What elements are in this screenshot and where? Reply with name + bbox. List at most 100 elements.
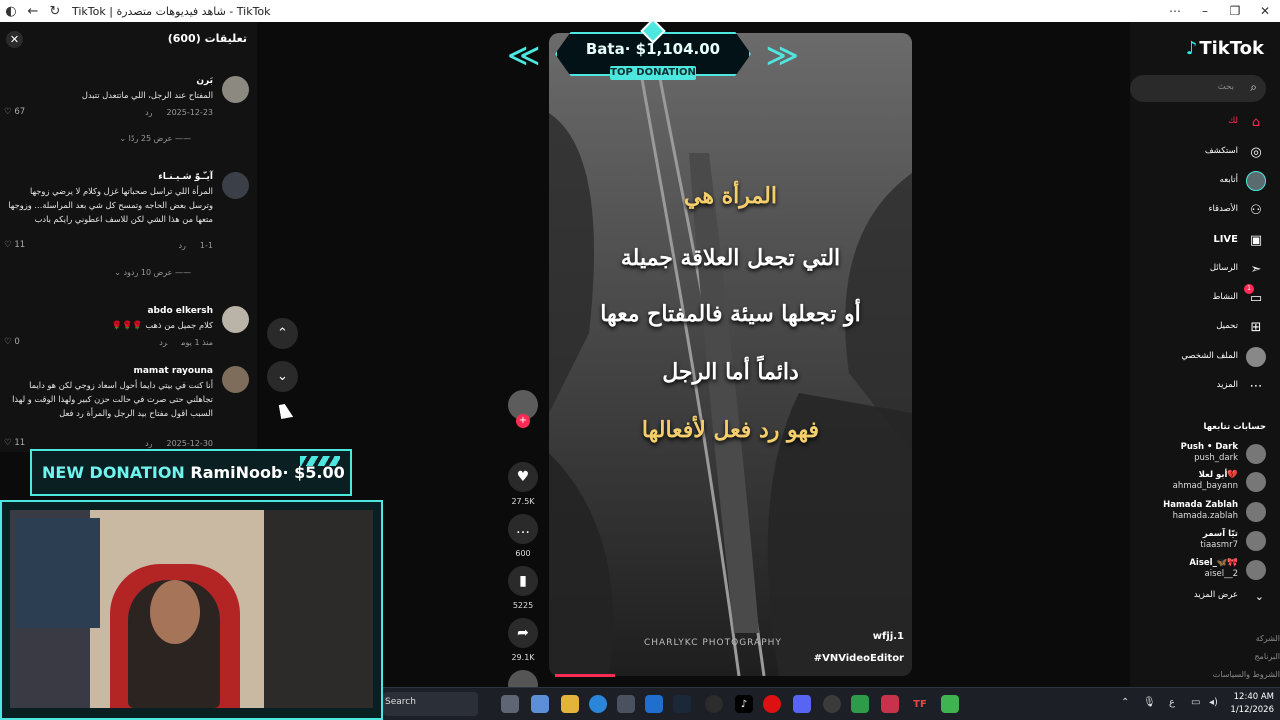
reply-link[interactable]: رد	[145, 108, 152, 117]
video-progress-bar[interactable]	[555, 674, 615, 677]
comment-like[interactable]: 11 ♡	[4, 438, 25, 448]
view-replies-label: عرض 25 ردًا	[128, 134, 173, 143]
widgets-icon[interactable]	[531, 695, 549, 713]
comment-count: 600	[515, 549, 531, 558]
nav-item-profile[interactable]: الملف الشخصي	[1126, 347, 1266, 367]
microphone-icon[interactable]: 🎙	[1143, 697, 1156, 708]
volume-icon[interactable]: ◂)	[1209, 697, 1218, 708]
next-video-button[interactable]: ⌄	[267, 361, 298, 392]
avatar[interactable]	[222, 366, 249, 393]
reply-link[interactable]: رد	[178, 241, 185, 250]
footer-link[interactable]: الشروط والسياسات	[1213, 670, 1280, 679]
follow-plus-icon[interactable]: +	[516, 414, 530, 428]
reply-link[interactable]: رد	[159, 338, 167, 347]
following-account[interactable]: Hamada Zablah hamada.zablah	[1126, 500, 1266, 524]
following-account[interactable]: تيّا آسمر tiaasmr7	[1126, 529, 1266, 553]
app-icon[interactable]	[881, 695, 899, 713]
back-icon[interactable]: ←	[22, 0, 44, 22]
comment-button[interactable]: … 600	[505, 514, 541, 558]
tiktok-logo[interactable]: ♪ TikTok	[1186, 38, 1264, 59]
following-avatar-icon	[1246, 171, 1266, 191]
share-button[interactable]: ➦ 29.1K	[505, 618, 541, 662]
nav-item-live[interactable]: ▣ LIVE	[1126, 230, 1266, 250]
chevron-up-icon[interactable]: ⌃	[1121, 697, 1129, 708]
obs-icon[interactable]	[823, 695, 841, 713]
app-icon[interactable]	[941, 695, 959, 713]
nav-item-upload[interactable]: ⊞ تحميل	[1126, 317, 1266, 337]
footer-link[interactable]: البرنامج	[1254, 652, 1280, 661]
restore-button[interactable]: ❐	[1220, 0, 1250, 22]
discord-icon[interactable]	[793, 695, 811, 713]
tiktok-taskbar-icon[interactable]: ♪	[735, 695, 753, 713]
like-count: 0	[14, 337, 20, 347]
video-hashtag[interactable]: #VNVideoEditor	[814, 653, 904, 664]
comment-item: بَرن المفتاح عند الرجل، اللي ماتتعدل تتب…	[4, 76, 249, 156]
minimize-button[interactable]: –	[1190, 0, 1220, 22]
previous-video-button[interactable]: ⌃	[267, 318, 298, 349]
avatar[interactable]	[222, 306, 249, 333]
opera-icon[interactable]	[763, 695, 781, 713]
close-comments-button[interactable]: ✕	[6, 31, 23, 48]
footer-link[interactable]: الشركة	[1256, 634, 1280, 643]
task-view-icon[interactable]	[501, 695, 519, 713]
nav-label: استكشف	[1204, 146, 1238, 156]
comment-like[interactable]: 67 ♡	[4, 107, 25, 117]
comment-like[interactable]: 11 ♡	[4, 240, 25, 250]
nav-label: الرسائل	[1209, 263, 1238, 273]
comment-author[interactable]: بَرن	[196, 76, 213, 86]
nav-item-more[interactable]: ⋯ المزيد	[1126, 376, 1266, 396]
reply-link[interactable]: رد	[145, 439, 152, 448]
page: ✕ تعليقات (600) بَرن المفتاح عند الرجل، …	[0, 18, 1280, 720]
save-button[interactable]: ▮ 5225	[505, 566, 541, 610]
comment-like[interactable]: 0 ♡	[4, 337, 20, 347]
top-donation-overlay: ≪ ≫ Bata· $1,104.00 TOP DONATION	[505, 18, 801, 88]
edge-icon[interactable]	[589, 695, 607, 713]
comment-author[interactable]: abdo elkersh	[147, 306, 213, 316]
following-account[interactable]: Push • Dark push_dark	[1126, 442, 1266, 466]
steam-icon[interactable]	[673, 695, 691, 713]
like-button[interactable]: ♥ 27.5K	[505, 462, 541, 506]
app-icon[interactable]	[705, 695, 723, 713]
search-icon[interactable]: ⌕	[1250, 80, 1257, 95]
close-button[interactable]: ✕	[1250, 0, 1280, 22]
save-count: 5225	[512, 601, 534, 610]
view-replies[interactable]: —— عرض 25 ردًا ⌄	[119, 134, 191, 143]
outlook-icon[interactable]	[645, 695, 663, 713]
paper-plane-icon: ➣	[1250, 261, 1262, 277]
nav-item-friends[interactable]: ⚇ الأصدقاء	[1126, 200, 1266, 220]
file-explorer-icon[interactable]	[561, 695, 579, 713]
nav-item-for-you[interactable]: ⌂ لك	[1126, 112, 1266, 132]
language-indicator[interactable]: ع	[1169, 697, 1175, 708]
following-account[interactable]: أبو لعلا💔 ahmad_bayann	[1126, 470, 1266, 494]
avatar	[1246, 560, 1266, 580]
view-replies[interactable]: —— عرض 10 ردود ⌄	[114, 268, 191, 277]
nav-label: الأصدقاء	[1208, 204, 1238, 214]
comment-author[interactable]: mamat rayouna	[133, 366, 213, 376]
taskbar-search-label: Search	[385, 697, 416, 707]
browser-logo-icon: ◐	[5, 3, 17, 19]
video-player[interactable]: المرأة هي التي تجعل العلاقة جميلة أو تجع…	[549, 33, 912, 676]
nav-item-messages[interactable]: ➣ الرسائل	[1126, 259, 1266, 279]
avatar	[1246, 444, 1266, 464]
store-icon[interactable]	[617, 695, 635, 713]
nav-item-explore[interactable]: ◎ استكشف	[1126, 142, 1266, 162]
avatar[interactable]	[222, 172, 249, 199]
following-account[interactable]: Aisel_🦋🎀 aisel__2	[1126, 558, 1266, 582]
avatar[interactable]	[222, 76, 249, 103]
nav-item-following[interactable]: أتابعه	[1126, 171, 1266, 191]
decor-stripes	[300, 456, 340, 466]
creator-avatar-button[interactable]: +	[505, 390, 541, 428]
compass-icon: ◎	[1250, 144, 1262, 160]
nav-item-activity[interactable]: ▭ 1 النشاط	[1126, 284, 1266, 308]
network-icon[interactable]: ▭	[1191, 697, 1200, 708]
app-icon[interactable]: TF	[911, 695, 929, 713]
app-icon[interactable]	[851, 695, 869, 713]
window-title: TikTok | شاهد فيديوهات متصدرة - TikTok	[72, 4, 271, 18]
live-icon: ▣	[1249, 232, 1263, 248]
taskbar-clock[interactable]: 12:40 AM 1/12/2026	[1230, 691, 1274, 717]
more-icon[interactable]: ⋯	[1160, 0, 1190, 22]
taskbar-search[interactable]: Search	[383, 692, 478, 716]
refresh-icon[interactable]: ↻	[44, 0, 66, 22]
comment-author[interactable]: آيـّـوّ شـيـنـاء	[158, 172, 213, 182]
search-input[interactable]: بحث ⌕	[1130, 75, 1266, 102]
